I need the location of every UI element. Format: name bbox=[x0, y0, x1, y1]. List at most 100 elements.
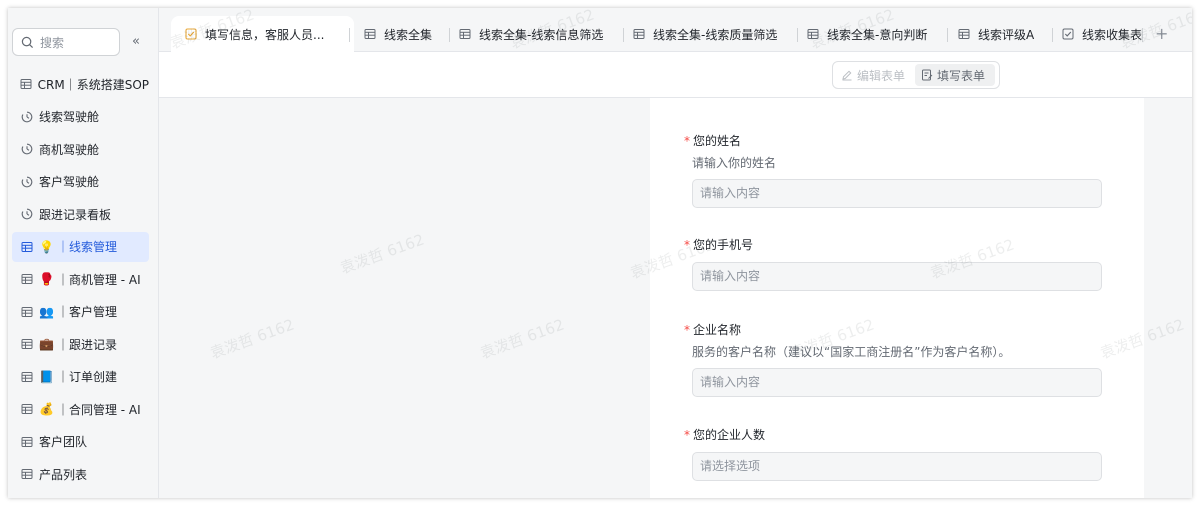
tab-divider bbox=[1052, 28, 1053, 42]
text-input[interactable]: 请输入内容 bbox=[692, 368, 1102, 397]
fill-form-button[interactable]: 填写表单 bbox=[915, 64, 995, 86]
sidebar-item[interactable]: 🥊 ｜商机管理 - AI bbox=[12, 264, 149, 294]
tab-divider bbox=[797, 28, 798, 42]
field-label-text: 您的手机号 bbox=[693, 238, 754, 252]
tab-bar: + 填写信息，客服人员... 线索全集 线索全集-线索信息筛选 线索全集-线索质量筛选… bbox=[159, 8, 1192, 52]
form-fill-icon bbox=[922, 69, 933, 81]
required-mark: * bbox=[684, 428, 690, 442]
tab-label: 线索全集 bbox=[384, 27, 433, 42]
grid-icon bbox=[459, 28, 471, 40]
sidebar: 搜索 « CRM｜系统搭建SOP 线索驾驶舱商机驾驶舱客户驾驶舱跟进记录看板 💡 ｜线… bbox=[8, 8, 159, 498]
text-input[interactable]: 请输入内容 bbox=[692, 262, 1102, 291]
sidebar-item-label: 产品列表 bbox=[39, 467, 88, 482]
tab[interactable]: 填写信息，客服人员... bbox=[171, 16, 354, 52]
tab[interactable]: 线索全集-意向判断 bbox=[807, 16, 927, 52]
table-icon bbox=[20, 370, 34, 384]
sidebar-item[interactable]: 线索驾驶舱 bbox=[12, 102, 149, 132]
sidebar-item-label: ｜跟进记录 bbox=[56, 337, 117, 352]
table-icon bbox=[20, 337, 34, 351]
table-icon bbox=[20, 240, 34, 254]
form-card: * 您的姓名 请输入你的姓名 请输入内容 * 您的手机号 请输入内容 * 企业名称 服务的客户名称… bbox=[650, 98, 1144, 498]
tab[interactable]: 线索全集-线索质量筛选 bbox=[633, 16, 777, 52]
tab-label: 填写信息，客服人员... bbox=[205, 27, 325, 42]
sidebar-item[interactable]: 产品列表 bbox=[12, 459, 149, 489]
field-label: * 您的姓名 bbox=[684, 132, 1094, 150]
form-field: * 您的企业人数请选择选项 bbox=[684, 426, 1102, 481]
tab-label: 线索全集-意向判断 bbox=[827, 27, 928, 42]
table-icon bbox=[20, 305, 34, 319]
tab-label: 线索全集-线索质量筛选 bbox=[653, 27, 778, 42]
tab-divider bbox=[623, 28, 624, 42]
form-field: * 您的姓名请输入你的姓名请输入内容 bbox=[684, 132, 1102, 208]
search-placeholder: 搜索 bbox=[40, 35, 65, 50]
sidebar-item-label: ｜商机管理 - AI bbox=[56, 272, 141, 287]
sidebar-item-label: ｜线索管理 bbox=[56, 240, 117, 254]
sidebar-item[interactable]: 💰 ｜合同管理 - AI bbox=[12, 394, 149, 424]
sidebar-item[interactable]: 客户驾驶舱 bbox=[12, 167, 149, 197]
pencil-icon bbox=[842, 70, 852, 81]
form-canvas: * 您的姓名 请输入你的姓名 请输入内容 * 您的手机号 请输入内容 * 企业名称 服务的客户名称… bbox=[159, 98, 1192, 498]
tab-divider bbox=[349, 28, 350, 42]
tab[interactable]: 线索全集-线索信息筛选 bbox=[459, 16, 603, 52]
table-icon bbox=[20, 272, 34, 286]
edit-form-label: 编辑表单 bbox=[857, 68, 906, 83]
text-input[interactable]: 请输入内容 bbox=[692, 179, 1102, 208]
collapse-sidebar-icon[interactable]: « bbox=[132, 34, 140, 49]
form-check-icon bbox=[185, 28, 197, 40]
fill-form-label: 填写表单 bbox=[937, 68, 986, 83]
add-tab-button[interactable]: + bbox=[1155, 24, 1168, 43]
sidebar-item-label: ｜客户管理 bbox=[56, 305, 117, 319]
field-label: * 企业名称 bbox=[684, 321, 1094, 339]
field-label: * 您的企业人数 bbox=[684, 426, 1094, 444]
required-mark: * bbox=[684, 238, 690, 252]
field-label-text: 您的姓名 bbox=[693, 134, 742, 148]
sidebar-item[interactable]: 📘 ｜订单创建 bbox=[12, 362, 149, 392]
tab[interactable]: 线索全集 bbox=[364, 16, 432, 52]
emoji-icon: 🥊 bbox=[39, 272, 54, 286]
form-check-icon bbox=[1062, 28, 1074, 40]
tab-label: 线索收集表 bbox=[1082, 27, 1143, 42]
tab-label: 线索全集-线索信息筛选 bbox=[479, 27, 604, 42]
sidebar-item-label: ｜合同管理 - AI bbox=[56, 402, 141, 417]
tab[interactable]: 线索收集表 bbox=[1062, 16, 1142, 52]
grid-icon bbox=[633, 28, 645, 40]
emoji-icon: 💰 bbox=[39, 402, 54, 416]
field-label-text: 企业名称 bbox=[693, 323, 742, 337]
sidebar-item[interactable]: 商机驾驶舱 bbox=[12, 134, 149, 164]
form-field: * 企业名称服务的客户名称（建议以“国家工商注册名”作为客户名称）。请输入内容 bbox=[684, 321, 1102, 397]
form-mode-switch: 编辑表单 填写表单 bbox=[832, 61, 1000, 89]
select-field[interactable]: 请选择选项 bbox=[692, 452, 1102, 481]
tab[interactable]: 线索评级A bbox=[958, 16, 1034, 52]
sidebar-item-label: ｜订单创建 bbox=[56, 370, 117, 384]
app-window: 搜索 « CRM｜系统搭建SOP 线索驾驶舱商机驾驶舱客户驾驶舱跟进记录看板 💡 ｜线… bbox=[8, 8, 1192, 498]
grid-icon bbox=[958, 28, 970, 40]
sidebar-item-label: 客户团队 bbox=[39, 435, 88, 449]
emoji-icon: 💡 bbox=[39, 239, 54, 254]
form-toolbar: 编辑表单 填写表单 bbox=[159, 52, 1192, 98]
tab-divider bbox=[947, 28, 948, 42]
dashboard-icon bbox=[20, 142, 34, 156]
field-description: 请输入你的姓名 bbox=[692, 156, 777, 170]
required-mark: * bbox=[684, 134, 690, 148]
required-mark: * bbox=[684, 323, 690, 337]
emoji-icon: 📘 bbox=[39, 369, 54, 384]
table-icon bbox=[20, 467, 34, 481]
edit-form-button[interactable]: 编辑表单 bbox=[835, 64, 915, 86]
field-description: 服务的客户名称（建议以“国家工商注册名”作为客户名称）。 bbox=[692, 345, 1011, 359]
form-field: * 您的手机号请输入内容 bbox=[684, 236, 1102, 291]
sidebar-item-label: 线索驾驶舱 bbox=[39, 110, 100, 124]
search-input[interactable]: 搜索 bbox=[12, 28, 120, 56]
sidebar-item[interactable]: CRM｜系统搭建SOP bbox=[12, 69, 149, 99]
tab-divider bbox=[1142, 28, 1143, 42]
sidebar-item[interactable]: 💡 ｜线索管理 bbox=[12, 231, 149, 262]
sidebar-item[interactable]: 跟进记录看板 bbox=[12, 199, 149, 229]
tab-label: 线索评级A bbox=[978, 27, 1035, 42]
emoji-icon: 👥 bbox=[39, 304, 54, 319]
sidebar-item[interactable]: 客户团队 bbox=[12, 427, 149, 457]
dashboard-icon bbox=[20, 207, 34, 221]
sidebar-item[interactable]: 👥 ｜客户管理 bbox=[12, 297, 149, 327]
sidebar-item[interactable]: 💼 ｜跟进记录 bbox=[12, 329, 149, 359]
field-label: * 您的手机号 bbox=[684, 236, 1094, 254]
sidebar-item-label: 跟进记录看板 bbox=[39, 207, 112, 222]
sidebar-item-label: 商机驾驶舱 bbox=[39, 142, 100, 157]
